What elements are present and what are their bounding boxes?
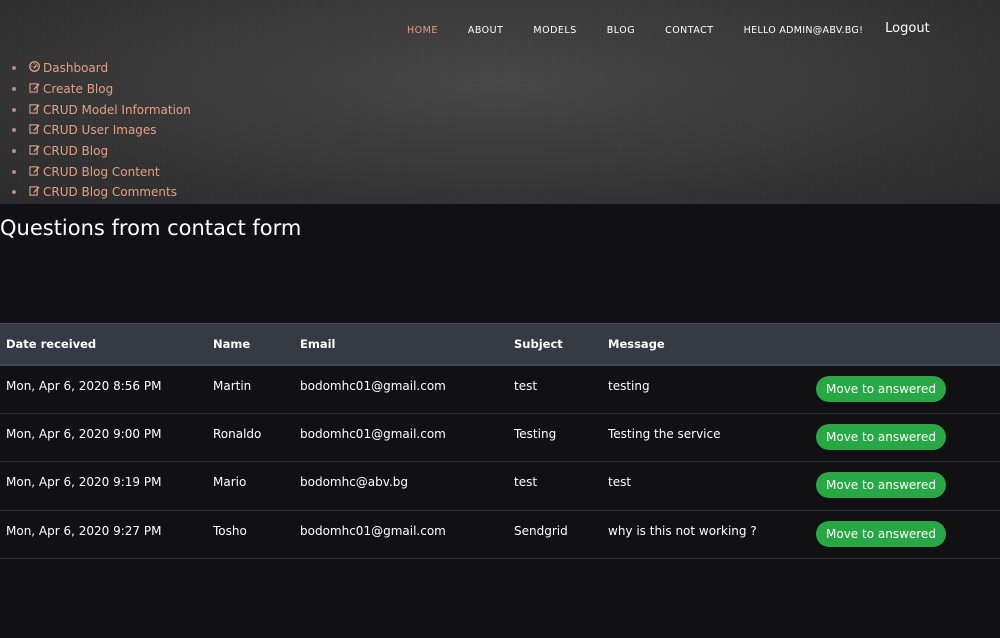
admin-menu: Dashboard Create Blog CRUD Model Informa…	[12, 58, 191, 203]
cell-message: testing	[602, 364, 810, 414]
admin-menu-label: CRUD Model Information	[43, 102, 191, 117]
cell-date: Mon, Apr 6, 2020 9:00 PM	[0, 413, 207, 462]
admin-menu-label: CRUD Blog Comments	[43, 185, 177, 200]
logout-button[interactable]: Logout	[885, 21, 930, 36]
cell-email: bodomhc01@gmail.com	[294, 364, 508, 414]
cell-subject: Testing	[508, 413, 602, 462]
cell-subject: test	[508, 461, 602, 511]
column-header-email: Email	[294, 323, 508, 366]
admin-menu-item-crud-user-images[interactable]: CRUD User Images	[12, 120, 191, 141]
list-bullet	[12, 128, 16, 133]
cell-message: Testing the service	[602, 413, 810, 462]
admin-menu-item-crud-blog-comments[interactable]: CRUD Blog Comments	[12, 182, 191, 203]
list-bullet	[12, 169, 16, 174]
nav-about-link[interactable]: ABOUT	[468, 25, 504, 36]
admin-menu-label: Create Blog	[43, 82, 114, 97]
admin-menu-label: CRUD Blog	[43, 144, 109, 159]
hero-banner: HOME ABOUT MODELS BLOG CONTACT HELLO ADM…	[0, 0, 1000, 204]
nav-contact-link[interactable]: CONTACT	[665, 25, 714, 36]
cell-name: Tosho	[207, 510, 294, 559]
list-bullet	[12, 87, 16, 92]
page-title: Questions from contact form	[0, 216, 302, 240]
admin-menu-item-dashboard[interactable]: Dashboard	[12, 58, 191, 79]
admin-menu-label: CRUD Blog Content	[43, 164, 160, 179]
cell-date: Mon, Apr 6, 2020 8:56 PM	[0, 364, 207, 414]
edit-icon	[28, 144, 40, 158]
table-row: Mon, Apr 6, 2020 9:19 PM Mario bodomhc@a…	[0, 461, 1000, 511]
questions-table: Date received Name Email Subject Message…	[0, 323, 1000, 559]
cell-email: bodomhc@abv.bg	[294, 461, 508, 511]
cell-subject: test	[508, 364, 602, 414]
admin-menu-label: Dashboard	[43, 61, 109, 76]
table-header: Date received Name Email Subject Message	[0, 323, 1000, 366]
cell-action: Move to answered	[810, 461, 1000, 511]
edit-icon	[28, 165, 40, 179]
cell-message: test	[602, 461, 810, 511]
move-to-answered-button[interactable]: Move to answered	[816, 472, 946, 498]
cell-name: Martin	[207, 364, 294, 414]
edit-icon	[28, 103, 40, 117]
column-header-date: Date received	[0, 323, 207, 366]
table-row: Mon, Apr 6, 2020 8:56 PM Martin bodomhc0…	[0, 364, 1000, 414]
cell-email: bodomhc01@gmail.com	[294, 413, 508, 462]
list-bullet	[12, 149, 16, 154]
column-header-subject: Subject	[508, 323, 602, 366]
list-bullet	[12, 107, 16, 112]
cell-email: bodomhc01@gmail.com	[294, 510, 508, 559]
move-to-answered-button[interactable]: Move to answered	[816, 375, 946, 402]
cell-name: Ronaldo	[207, 413, 294, 462]
edit-icon	[28, 82, 40, 96]
admin-menu-item-crud-blog[interactable]: CRUD Blog	[12, 141, 191, 162]
admin-menu-label: CRUD User Images	[43, 123, 157, 138]
nav-blog-link[interactable]: BLOG	[607, 25, 635, 36]
cell-subject: Sendgrid	[508, 510, 602, 559]
move-to-answered-button[interactable]: Move to answered	[816, 423, 946, 450]
column-header-message: Message	[602, 323, 810, 366]
cell-action: Move to answered	[810, 510, 1000, 559]
column-header-action	[810, 323, 1000, 366]
admin-menu-item-crud-model-information[interactable]: CRUD Model Information	[12, 99, 191, 120]
top-navigation: HOME ABOUT MODELS BLOG CONTACT HELLO ADM…	[392, 20, 930, 40]
cell-date: Mon, Apr 6, 2020 9:27 PM	[0, 510, 207, 559]
move-to-answered-button[interactable]: Move to answered	[816, 520, 946, 547]
list-bullet	[12, 66, 16, 71]
cell-date: Mon, Apr 6, 2020 9:19 PM	[0, 461, 207, 511]
table-body: Mon, Apr 6, 2020 8:56 PM Martin bodomhc0…	[0, 364, 1000, 559]
column-header-name: Name	[207, 323, 294, 366]
cell-action: Move to answered	[810, 413, 1000, 462]
admin-menu-item-create-blog[interactable]: Create Blog	[12, 79, 191, 100]
cell-message: why is this not working ?	[602, 510, 810, 559]
table-row: Mon, Apr 6, 2020 9:27 PM Tosho bodomhc01…	[0, 510, 1000, 559]
nav-models-link[interactable]: MODELS	[533, 25, 576, 36]
cell-name: Mario	[207, 461, 294, 511]
list-bullet	[12, 190, 16, 195]
admin-menu-item-crud-blog-content[interactable]: CRUD Blog Content	[12, 161, 191, 182]
user-greeting[interactable]: HELLO ADMIN@ABV.BG!	[744, 25, 864, 36]
dashboard-icon	[28, 61, 40, 75]
nav-home-link[interactable]: HOME	[407, 25, 438, 36]
cell-action: Move to answered	[810, 364, 1000, 414]
table-row: Mon, Apr 6, 2020 9:00 PM Ronaldo bodomhc…	[0, 413, 1000, 462]
edit-icon	[28, 123, 40, 137]
edit-icon	[28, 185, 40, 199]
